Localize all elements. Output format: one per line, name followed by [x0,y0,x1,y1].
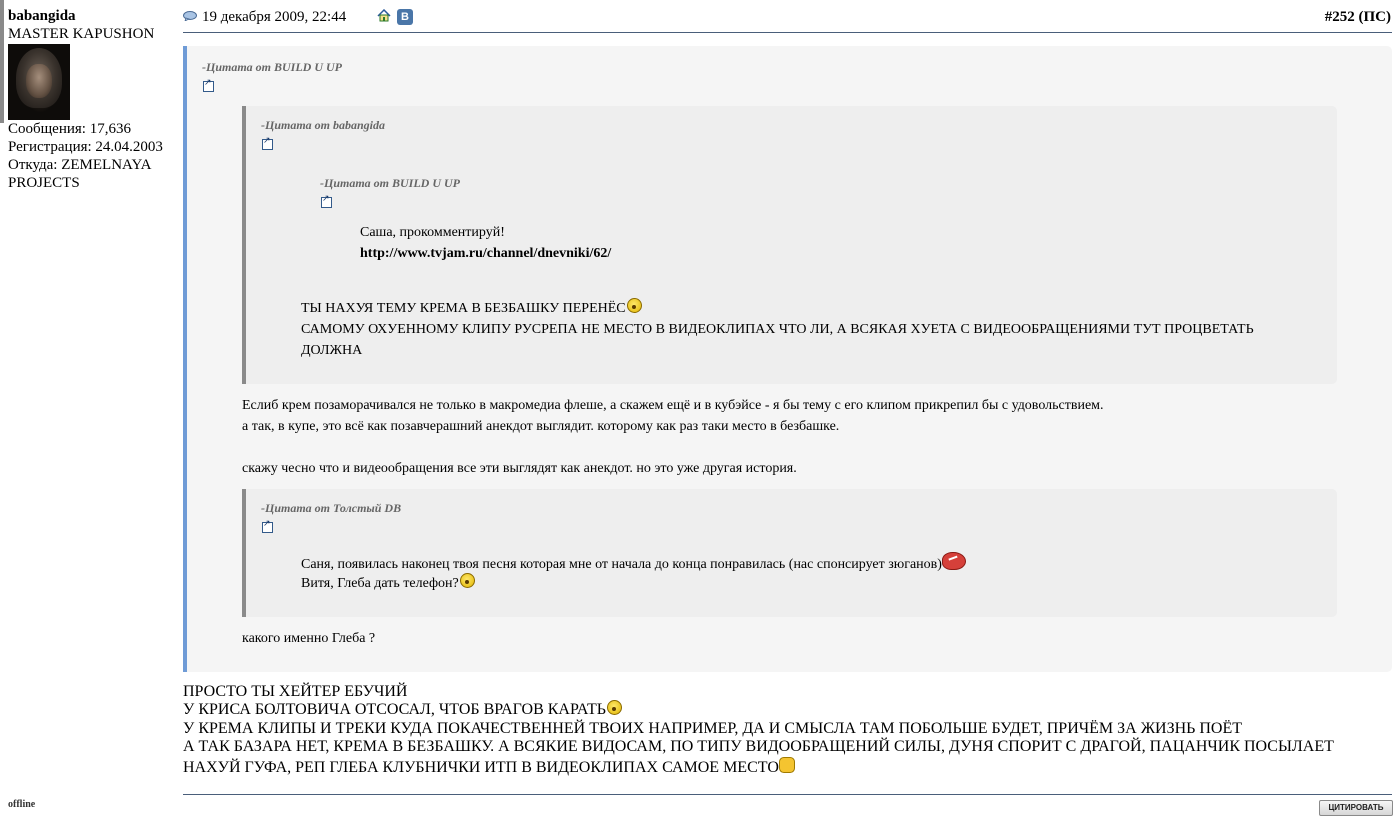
user-from: Откуда: ZEMELNAYA [8,157,152,173]
quote-text: Саня, появилась наконец твоя песня котор… [301,552,966,575]
quote-author: -Цитата от BUILD U UP [320,176,461,190]
quote-author: -Цитата от BUILD U UP [202,60,343,74]
quote-text-span: Витя, Глеба дать телефон? [301,576,459,591]
user-posts-count: Сообщения: 17,636 [8,121,131,137]
post-date: 19 декабря 2009, 22:44 [202,9,347,25]
quote-author: -Цитата от babangida [261,118,386,132]
post-body-line: ПРОСТО ТЫ ХЕЙТЕР ЕБУЧИЙ [183,683,408,700]
quote-author: -Цитата от Толстый DB [261,501,402,515]
quote-button[interactable]: ЦИТИРОВАТЬ [1319,800,1393,816]
post-number-suffix: (ПС) [1358,9,1392,25]
avatar [8,44,70,120]
quote-link[interactable]: http://www.tvjam.ru/channel/dnevniki/62/ [360,243,611,264]
quote-text-span: ТЫ НАХУЯ ТЕМУ КРЕМА В БЕЗБАШКУ ПЕРЕНЁС [301,301,626,316]
message-icon [183,11,197,21]
post-footer-divider [183,794,1392,795]
quote-text: ДОЛЖНА [301,343,363,358]
user-status: offline [8,799,36,810]
post-number[interactable]: #252 (ПС) [1325,9,1391,26]
quote-link-icon[interactable] [262,136,273,150]
quote-text: Саша, прокомментируй! [360,225,505,240]
sad-smiley-icon [459,573,475,588]
thumbs-up-icon [778,757,795,773]
steak-icon [941,552,966,570]
quote-link-icon[interactable] [262,519,273,533]
post-body-line: НАХУЙ ГУФА, РЕП ГЛЕБА КЛУБНИЧКИ ИТП В ВИ… [183,757,795,777]
quote-link-icon[interactable] [203,78,214,92]
post-body-line: А ТАК БАЗАРА НЕТ, КРЕМА В БЕЗБАШКУ. А ВС… [183,738,1334,755]
username[interactable]: babangida [8,7,178,25]
shocked-smiley-icon [606,700,622,715]
quote-link-icon[interactable] [321,194,332,208]
post-container: 19 декабря 2009, 22:44 В #252 (ПС) [183,0,1392,33]
post-header: 19 декабря 2009, 22:44 В #252 (ПС) [183,0,1392,33]
quote-text: Еслиб крем позаморачивался не только в м… [242,398,1104,413]
post-body-span: НАХУЙ ГУФА, РЕП ГЛЕБА КЛУБНИЧКИ ИТП В ВИ… [183,759,779,776]
quote-text-span: Саня, появилась наконец твоя песня котор… [301,557,942,572]
post-body-line: У КРЕМА КЛИПЫ И ТРЕКИ КУДА ПОКАЧЕСТВЕННЕ… [183,720,1243,737]
quote-text: Витя, Глеба дать телефон? [301,573,475,594]
quote-text: какого именно Глеба ? [242,631,376,646]
quote-text: САМОМУ ОХУЕННОМУ КЛИПУ РУСРЕПА НЕ МЕСТО … [301,322,1254,337]
user-title: MASTER KAPUSHON [8,26,155,42]
vk-icon[interactable]: В [397,9,413,25]
post-body-line: У КРИСА БОЛТОВИЧА ОТСОСАЛ, ЧТОБ ВРАГОВ К… [183,700,622,719]
quote-text: скажу чесно что и видеообращения все эти… [242,461,797,476]
user-from-cont: PROJECTS [8,175,80,191]
user-info: babangida MASTER KAPUSHON Сообщения: 17,… [8,7,178,192]
quote-text: ТЫ НАХУЯ ТЕМУ КРЕМА В БЕЗБАШКУ ПЕРЕНЁС [301,298,642,319]
user-registered: Регистрация: 24.04.2003 [8,139,163,155]
shocked-smiley-icon [626,298,642,313]
post-body-span: У КРИСА БОЛТОВИЧА ОТСОСАЛ, ЧТОБ ВРАГОВ К… [183,701,606,718]
home-icon[interactable] [377,9,391,22]
post-number-value[interactable]: #252 [1325,9,1355,25]
quote-text: а так, в купе, это всё как позавчерашний… [242,419,840,434]
